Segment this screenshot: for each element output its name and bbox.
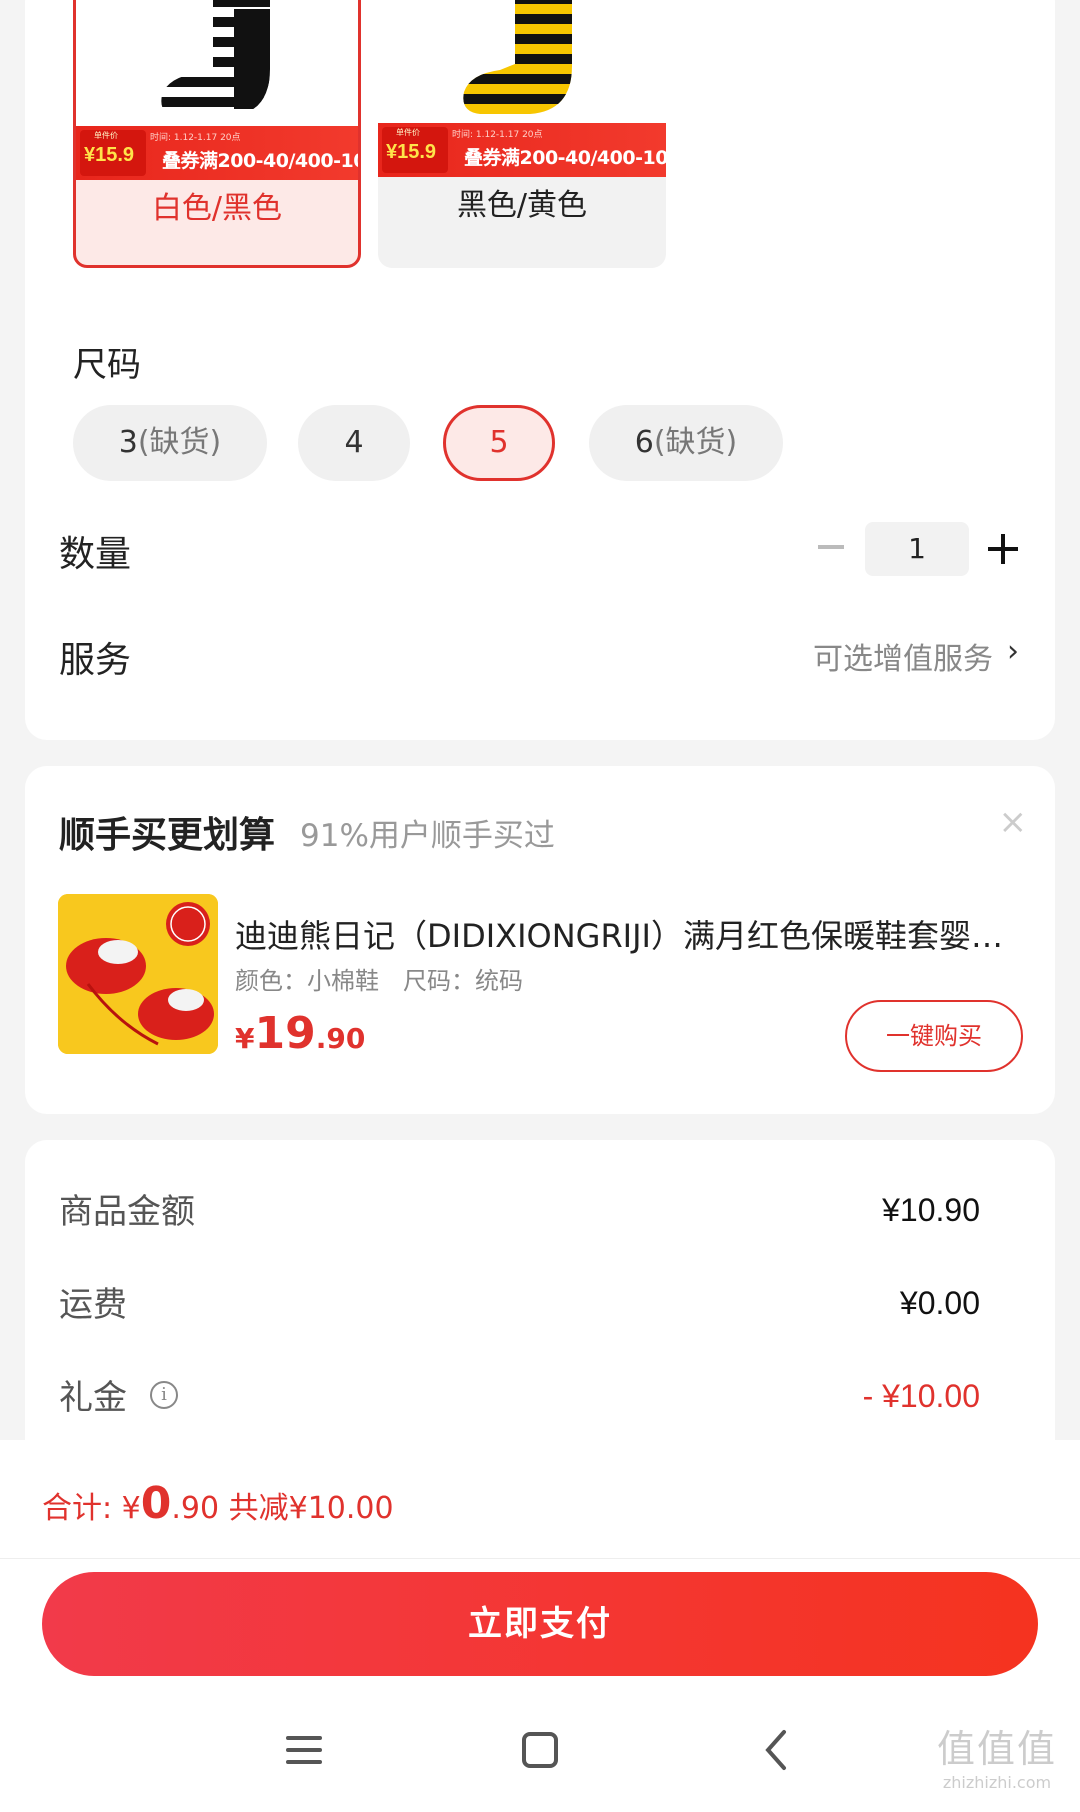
size-value: 3 [118,425,138,460]
home-icon[interactable] [510,1720,570,1780]
watermark: 值值值 zhizhizhi.com [922,1718,1072,1792]
subtotal-value: ¥10.90 [882,1192,980,1228]
color-option-black-yellow[interactable]: 单件价 ¥15.9 时间: 1.12-1.17 20点 叠券满200-40/40… [378,0,666,268]
recent-apps-icon[interactable] [274,1720,334,1780]
shipping-value: ¥0.00 [899,1285,980,1321]
pay-now-button[interactable]: 立即支付 [42,1572,1038,1676]
addon-title: 顺手买更划算 [59,815,276,856]
promo-banner: 单件价 ¥15.9 时间: 1.12-1.17 20点 叠券满200-40/40… [378,123,666,177]
size-value: 5 [489,425,509,460]
divider [0,1558,1080,1559]
size-option-3[interactable]: 3(缺货) [73,405,267,481]
checkout-bar: 合计: ¥0.90 共减¥10.00 立即支付 [0,1440,1080,1812]
price-tag-value: ¥15.9 [84,144,135,166]
gift-credit-value: - ¥10.00 [862,1378,980,1414]
size-value: 4 [344,425,364,460]
color-option-white-black[interactable]: 单件价 ¥15.9 时间: 1.12-1.17 20点 叠券满200-40/40… [73,0,361,268]
service-label: 服务 [59,640,132,681]
addon-product-image[interactable] [58,894,218,1054]
quantity-label: 数量 [59,534,132,575]
info-icon[interactable]: i [150,1381,178,1409]
service-value[interactable]: 可选增值服务 [813,634,993,678]
total-prefix: 合计: ¥ [42,1491,141,1526]
sku-card: 单件价 ¥15.9 时间: 1.12-1.17 20点 叠券满200-40/40… [25,0,1055,740]
addon-product-name[interactable]: 迪迪熊日记（DIDIXIONGRIJI）满月红色保暖鞋套婴儿鞋 [235,911,1025,957]
size-option-4[interactable]: 4 [298,405,410,481]
size-stock-status: (缺货) [137,425,222,460]
promo-time: 时间: 1.12-1.17 20点 [150,133,241,143]
one-click-buy-button[interactable]: 一键购买 [845,1000,1023,1072]
total-saved: 共减¥10.00 [219,1491,394,1526]
back-icon[interactable] [748,1720,808,1780]
price-tag: 单件价 ¥15.9 [382,127,448,173]
shipping-label: 运费 [59,1285,127,1325]
price-decimal: .90 [315,1022,366,1055]
price-tag-caption: 单件价 [396,128,420,137]
price-tag-caption: 单件价 [94,131,118,140]
product-thumbnail [378,0,666,123]
promo-banner: 单件价 ¥15.9 时间: 1.12-1.17 20点 叠券满200-40/40… [76,126,358,180]
color-option-label: 黑色/黄色 [456,188,588,223]
size-stock-status: (缺货) [653,425,738,460]
minus-icon[interactable] [818,545,844,549]
order-total: 合计: ¥0.90 共减¥10.00 [42,1478,394,1529]
promo-coupon: 叠券满200-40/400-100 [162,150,361,172]
gift-credit-label: 礼金 [59,1378,127,1418]
price-currency: ¥ [235,1022,255,1055]
subtotal-label: 商品金额 [59,1192,195,1232]
price-tag: 单件价 ¥15.9 [80,130,146,176]
chevron-right-icon[interactable]: › [1007,634,1019,669]
color-option-label: 白色/黑色 [151,191,283,226]
price-integer: 19 [254,1008,316,1059]
watermark-url: zhizhizhi.com [942,1773,1052,1792]
plus-icon[interactable] [988,534,1018,564]
addon-subtitle: 91%用户顺手买过 [300,818,555,854]
size-title: 尺码 [73,345,141,385]
quantity-input[interactable]: 1 [865,522,969,576]
total-integer: 0 [140,1478,172,1529]
promo-coupon: 叠券满200-40/400-100 [464,147,666,169]
watermark-logo: 值值值 [936,1727,1057,1771]
addon-product-price: ¥19.90 [235,1008,365,1059]
size-option-5[interactable]: 5 [443,405,555,481]
addon-card: 顺手买更划算 91%用户顺手买过 × 迪迪熊日记（DIDIXIONGRIJI）满… [25,766,1055,1114]
size-value: 6 [634,425,654,460]
product-thumbnail [76,0,358,126]
size-option-6[interactable]: 6(缺货) [589,405,783,481]
promo-time: 时间: 1.12-1.17 20点 [452,130,543,140]
close-icon[interactable]: × [999,802,1028,842]
total-decimal: .90 [171,1491,220,1526]
addon-product-spec: 颜色：小棉鞋 尺码：统码 [235,967,523,995]
price-tag-value: ¥15.9 [386,141,437,163]
